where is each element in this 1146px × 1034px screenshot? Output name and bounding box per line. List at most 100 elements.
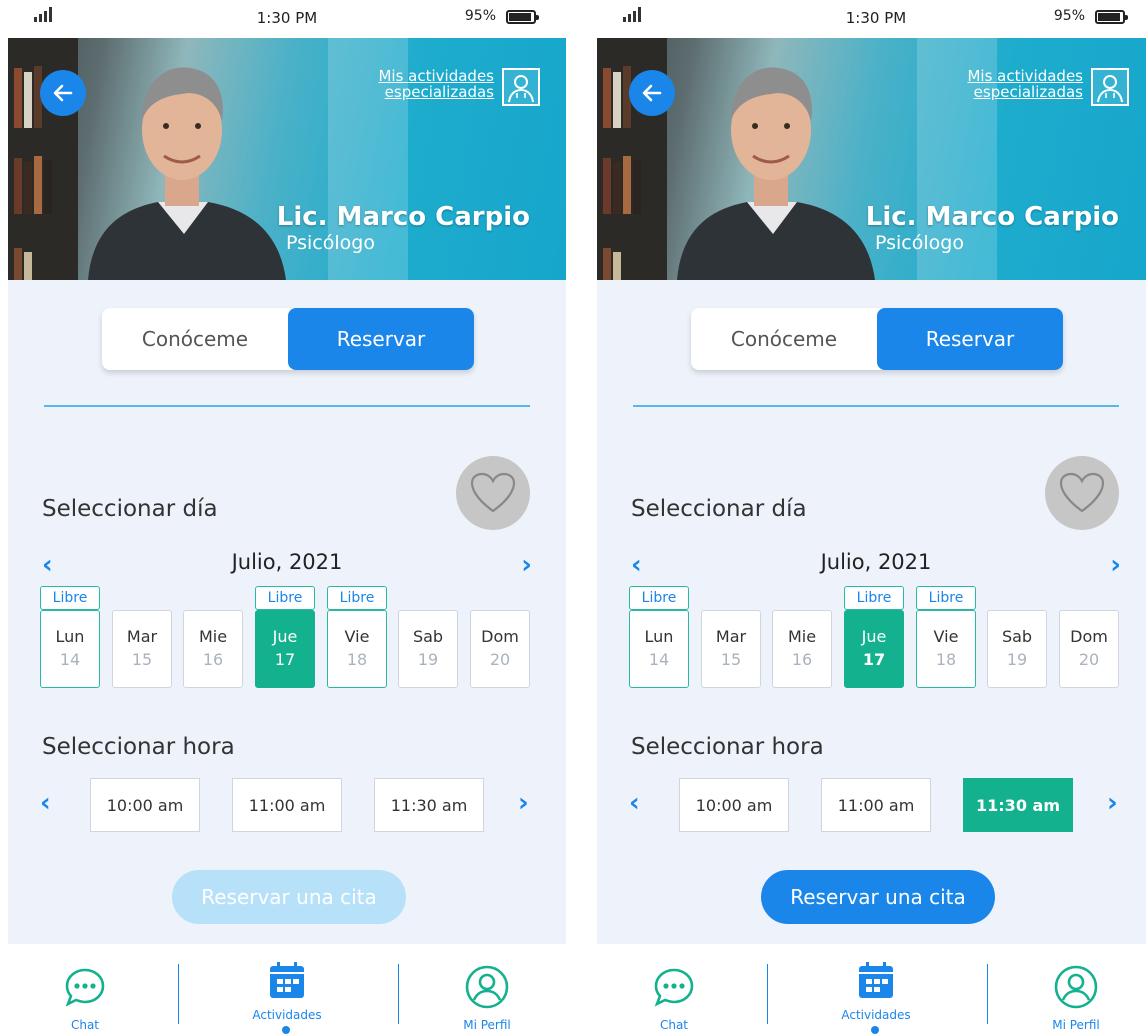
day-sun[interactable]: Dom 20 — [1059, 610, 1119, 688]
day-thu[interactable]: Jue 17 — [255, 610, 315, 688]
tab-actividades[interactable]: Actividades — [801, 944, 951, 1034]
prev-hours-button[interactable]: ‹ — [40, 790, 51, 816]
day-name: Jue — [861, 627, 887, 646]
day-name: Sab — [412, 627, 444, 646]
prev-month-button[interactable]: ‹ — [631, 552, 642, 578]
back-button[interactable] — [40, 70, 86, 116]
hour-slot[interactable]: 11:30 am — [374, 778, 484, 832]
user-icon — [465, 965, 509, 1009]
day-tue[interactable]: Mar 15 — [112, 610, 172, 688]
day-name: Lun — [644, 627, 674, 646]
day-date: 15 — [720, 650, 742, 669]
status-bar: 1:30 PM 95% — [8, 0, 566, 38]
activities-link[interactable]: Mis actividades especializadas — [378, 68, 494, 100]
tab-actividades[interactable]: Actividades — [212, 944, 362, 1034]
tab-divider — [398, 964, 399, 1024]
day-name: Jue — [272, 627, 298, 646]
day-date: 17 — [274, 650, 296, 669]
tab-chat[interactable]: Chat — [599, 944, 749, 1034]
prev-hours-button[interactable]: ‹ — [629, 790, 640, 816]
free-tag: Libre — [255, 586, 315, 610]
doctor-name: Lic. Marco Carpio — [276, 202, 530, 232]
chat-icon — [65, 968, 105, 1007]
activities-link-line2: especializadas — [384, 83, 494, 101]
day-wed[interactable]: Mie 16 — [772, 610, 832, 688]
activities-link[interactable]: Mis actividades especializadas — [967, 68, 1083, 100]
prev-month-button[interactable]: ‹ — [42, 552, 53, 578]
arrow-left-icon — [53, 84, 73, 102]
day-name: Lun — [55, 627, 85, 646]
divider — [633, 405, 1119, 407]
day-wed[interactable]: Mie 16 — [183, 610, 243, 688]
book-appointment-button[interactable]: Reservar una cita — [761, 870, 995, 924]
hour-slot[interactable]: 11:00 am — [821, 778, 931, 832]
profile-header: Mis actividades especializadas Lic. Marc… — [597, 38, 1146, 280]
profile-header: Mis actividades especializadas Lic. Marc… — [8, 38, 566, 280]
doctor-photo — [88, 67, 286, 280]
tab-reservar[interactable]: Reservar — [288, 308, 474, 370]
doctor-photo — [677, 67, 875, 280]
tab-reservar[interactable]: Reservar — [877, 308, 1063, 370]
favorite-button[interactable] — [1045, 456, 1119, 530]
day-date: 15 — [131, 650, 153, 669]
tab-chat[interactable]: Chat — [10, 944, 160, 1034]
bottom-tab-bar: Chat Actividades Mi Perfil — [597, 944, 1146, 1034]
day-date: 18 — [935, 650, 957, 669]
tab-mi-perfil[interactable]: Mi Perfil — [412, 944, 562, 1034]
tab-divider — [178, 964, 179, 1024]
day-thu[interactable]: Jue 17 — [844, 610, 904, 688]
booking-content: Conóceme Reservar Seleccionar día Julio,… — [8, 280, 566, 944]
select-day-title: Seleccionar día — [42, 496, 218, 522]
tab-divider — [767, 964, 768, 1024]
hour-picker: ‹ 10:00 am 11:00 am 11:30 am › — [8, 778, 566, 832]
favorite-button[interactable] — [456, 456, 530, 530]
hour-slot[interactable]: 10:00 am — [679, 778, 789, 832]
day-sun[interactable]: Dom 20 — [470, 610, 530, 688]
activities-link-line1: Mis actividades — [967, 67, 1083, 85]
day-fri[interactable]: Vie 18 — [916, 610, 976, 688]
status-bar: 1:30 PM 95% — [597, 0, 1146, 38]
back-button[interactable] — [629, 70, 675, 116]
battery-icon — [506, 10, 539, 24]
day-mon[interactable]: Lun 14 — [40, 610, 100, 688]
day-mon[interactable]: Lun 14 — [629, 610, 689, 688]
next-month-button[interactable]: › — [521, 552, 532, 578]
tab-conoceme[interactable]: Conóceme — [691, 308, 877, 370]
doctor-badge-icon[interactable] — [1091, 68, 1129, 106]
tab-conoceme[interactable]: Conóceme — [102, 308, 288, 370]
day-tue[interactable]: Mar 15 — [701, 610, 761, 688]
month-label: Julio, 2021 — [231, 550, 343, 574]
tab-label: Mi Perfil — [463, 1018, 511, 1032]
tab-label: Actividades — [841, 1008, 911, 1022]
day-name: Mie — [787, 627, 817, 646]
day-fri[interactable]: Vie 18 — [327, 610, 387, 688]
doctor-name: Lic. Marco Carpio — [865, 202, 1119, 232]
segmented-control: Conóceme Reservar — [102, 308, 474, 370]
hour-slot[interactable]: 11:00 am — [232, 778, 342, 832]
next-hours-button[interactable]: › — [1107, 790, 1118, 816]
day-sat[interactable]: Sab 19 — [398, 610, 458, 688]
next-month-button[interactable]: › — [1110, 552, 1121, 578]
battery-percent: 95% — [464, 8, 496, 24]
hour-slot[interactable]: 10:00 am — [90, 778, 200, 832]
free-tag: Libre — [916, 586, 976, 610]
tab-mi-perfil[interactable]: Mi Perfil — [1001, 944, 1146, 1034]
day-date: 18 — [346, 650, 368, 669]
book-appointment-button[interactable]: Reservar una cita — [172, 870, 406, 924]
day-name: Mar — [126, 627, 158, 646]
day-sat[interactable]: Sab 19 — [987, 610, 1047, 688]
next-hours-button[interactable]: › — [518, 790, 529, 816]
chat-icon — [654, 968, 694, 1007]
tab-label: Actividades — [252, 1008, 322, 1022]
doctor-profession: Psicólogo — [875, 232, 964, 254]
select-hour-title: Seleccionar hora — [42, 734, 235, 760]
arrow-left-icon — [642, 84, 662, 102]
day-date: 20 — [1078, 650, 1100, 669]
doctor-badge-icon[interactable] — [502, 68, 540, 106]
heart-icon — [1059, 472, 1105, 513]
user-icon — [1054, 965, 1098, 1009]
activities-link-line2: especializadas — [973, 83, 1083, 101]
day-date: 16 — [202, 650, 224, 669]
hour-slot-selected[interactable]: 11:30 am — [963, 778, 1073, 832]
day-date: 19 — [1006, 650, 1028, 669]
